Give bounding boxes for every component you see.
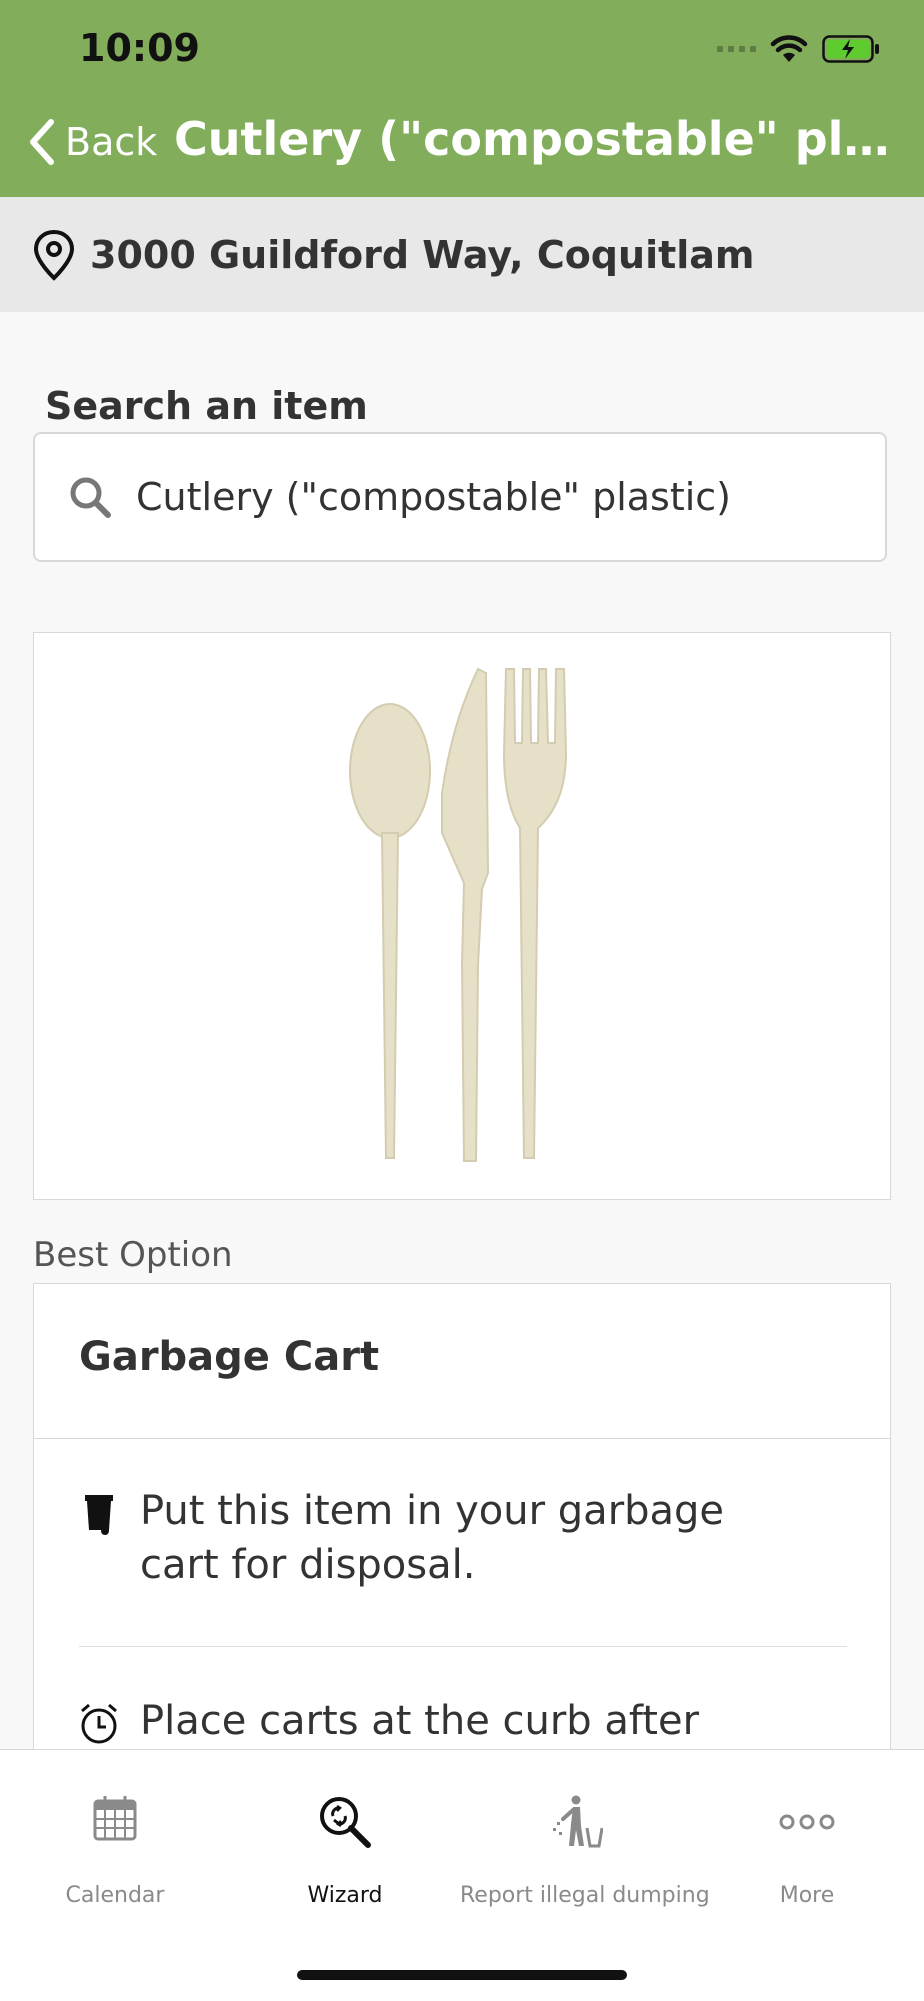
card-divider [34, 1438, 890, 1439]
back-button[interactable]: Back [27, 118, 157, 166]
tab-more[interactable]: More [690, 1750, 924, 1930]
location-pin-icon [33, 229, 75, 281]
status-time: 10:09 [79, 26, 200, 70]
tab-label: Calendar [65, 1883, 165, 1908]
status-icons [717, 34, 880, 64]
top-header: 10:09 Back Cutlery ("compostable" plasti… [0, 0, 924, 197]
dumping-icon [553, 1795, 603, 1848]
garbage-cart-icon [85, 1495, 113, 1535]
tab-label: Report illegal dumping [460, 1883, 710, 1908]
tab-report-illegal-dumping[interactable]: Report illegal dumping [460, 1750, 710, 1930]
wifi-icon [770, 35, 808, 62]
instruction-row: Place carts at the curb after [79, 1694, 790, 1748]
more-dots-icon [779, 1814, 835, 1830]
option-title: Garbage Cart [79, 1334, 380, 1380]
tab-wizard[interactable]: Wizard [230, 1750, 460, 1930]
home-indicator[interactable] [297, 1970, 627, 1980]
row-divider [79, 1646, 847, 1647]
tab-calendar[interactable]: Calendar [0, 1750, 230, 1930]
item-image-card [33, 632, 891, 1200]
search-input[interactable] [134, 474, 858, 520]
page-title: Cutlery ("compostable" plastic) [174, 112, 894, 166]
best-option-label: Best Option [33, 1235, 233, 1275]
cellular-signal-icon [717, 46, 756, 52]
chevron-left-icon [30, 119, 54, 165]
battery-charging-icon [822, 35, 879, 63]
alarm-clock-icon [81, 1703, 117, 1744]
search-box[interactable] [33, 432, 887, 562]
instruction-text: Put this item in your garbage cart for d… [140, 1488, 725, 1588]
location-bar[interactable]: 3000 Guildford Way, Coquitlam [0, 197, 924, 312]
best-option-card: Garbage Cart Put this item in your garba… [33, 1283, 891, 1753]
tab-label: More [779, 1883, 835, 1908]
tab-bar: Calendar Wizard Report illegal dumping M… [0, 1749, 924, 2001]
search-icon [70, 477, 111, 518]
search-label: Search an item [45, 384, 368, 428]
instruction-row: Put this item in your garbage cart for d… [79, 1484, 790, 1592]
back-label: Back [65, 120, 158, 164]
wizard-search-icon [320, 1797, 371, 1848]
tab-label: Wizard [307, 1883, 383, 1908]
location-address: 3000 Guildford Way, Coquitlam [90, 232, 755, 277]
instruction-text: Place carts at the curb after [140, 1698, 700, 1744]
calendar-icon [93, 1796, 137, 1841]
cutlery-image [349, 667, 568, 1162]
